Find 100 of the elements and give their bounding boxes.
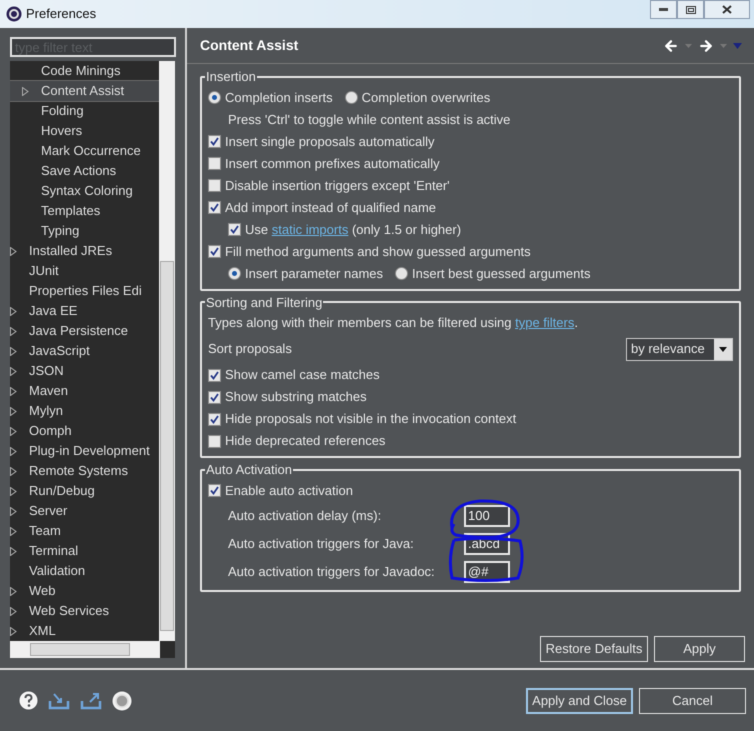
checkbox-label[interactable]: Use static imports (only 1.5 or higher) (245, 220, 462, 240)
expand-triangle-icon[interactable] (10, 466, 17, 476)
radio-button[interactable] (228, 267, 241, 280)
expand-triangle-icon[interactable] (10, 626, 17, 636)
expand-triangle-icon[interactable] (10, 586, 17, 596)
tree-item[interactable]: Templates (10, 201, 159, 221)
expand-triangle-icon[interactable] (10, 326, 17, 336)
checkbox-label[interactable]: Hide proposals not visible in the invocation context (225, 409, 516, 429)
checkbox[interactable] (208, 201, 221, 214)
expand-triangle-icon[interactable] (10, 246, 17, 256)
checkbox[interactable] (208, 135, 221, 148)
expand-triangle-icon[interactable] (10, 406, 17, 416)
checkbox-label[interactable]: Add import instead of qualified name (225, 198, 436, 218)
export-icon[interactable] (80, 692, 102, 710)
expand-triangle-icon[interactable] (10, 386, 17, 396)
vertical-scrollbar[interactable] (159, 61, 175, 641)
expand-triangle-icon[interactable] (22, 86, 29, 96)
tree-item[interactable]: Server (10, 501, 159, 521)
tree-item[interactable]: Hovers (10, 121, 159, 141)
expand-triangle-icon[interactable] (10, 606, 17, 616)
record-icon[interactable] (112, 690, 132, 710)
checkbox[interactable] (208, 179, 221, 192)
tree-item[interactable]: Web (10, 581, 159, 601)
help-icon[interactable] (19, 691, 38, 710)
window-title: Preferences (26, 5, 96, 24)
expand-triangle-icon[interactable] (10, 446, 17, 456)
field-label: Auto activation triggers for Javadoc: (228, 562, 436, 581)
expand-triangle-icon[interactable] (10, 486, 17, 496)
checkbox-label[interactable]: Insert common prefixes automatically (225, 154, 440, 174)
tree-item[interactable]: Plug-in Development (10, 441, 159, 461)
checkmark-icon (210, 486, 219, 495)
horizontal-scrollbar[interactable] (10, 641, 160, 658)
tree-item[interactable]: Folding (10, 101, 159, 121)
field-label: Auto activation delay (ms): (228, 506, 382, 525)
expand-triangle-icon[interactable] (10, 366, 17, 376)
checkbox-label[interactable]: Insert single proposals automatically (225, 132, 435, 152)
expand-triangle-icon[interactable] (10, 546, 17, 556)
tree-item[interactable]: JUnit (10, 261, 159, 281)
expand-triangle-icon[interactable] (10, 346, 17, 356)
input-field[interactable]: 100 (464, 504, 510, 526)
import-icon[interactable] (48, 692, 70, 710)
tree-item[interactable]: Maven (10, 381, 159, 401)
tree-item[interactable]: Team (10, 521, 159, 541)
tree-item[interactable]: Oomph (10, 421, 159, 441)
radio-button[interactable] (208, 91, 221, 104)
page-title: Content Assist (200, 36, 298, 55)
tree-item[interactable]: XML (10, 621, 159, 641)
checkbox[interactable] (228, 223, 241, 236)
checkbox[interactable] (208, 434, 221, 448)
radio-button[interactable] (395, 267, 408, 280)
checkbox-label[interactable]: Disable insertion triggers except 'Enter' (225, 176, 450, 196)
apply-button[interactable]: Apply (654, 636, 745, 662)
tree-item[interactable]: Mark Occurrence (10, 141, 159, 161)
restore-defaults-button[interactable]: Restore Defaults (540, 636, 648, 662)
tree-item[interactable]: Web Services (10, 601, 159, 621)
tree-item[interactable]: Java EE (10, 301, 159, 321)
tree-item[interactable]: Typing (10, 221, 159, 241)
checkbox-label[interactable]: Fill method arguments and show guessed arguments (225, 242, 531, 262)
maximize-button[interactable] (677, 0, 704, 19)
tree-item[interactable]: JavaScript (10, 341, 159, 361)
radio-label[interactable]: Completion inserts (225, 88, 333, 108)
tree-item[interactable]: Mylyn (10, 401, 159, 421)
checkbox[interactable] (208, 368, 221, 382)
close-button[interactable] (704, 0, 750, 19)
checkbox[interactable] (208, 412, 221, 426)
scroll-thumb[interactable] (160, 261, 174, 631)
checkbox[interactable] (208, 390, 221, 404)
expand-triangle-icon[interactable] (10, 506, 17, 516)
radio-button[interactable] (344, 91, 358, 104)
expand-triangle-icon[interactable] (10, 306, 17, 316)
expand-triangle-icon[interactable] (10, 526, 17, 536)
tree-item[interactable]: Content Assist (10, 81, 159, 101)
checkbox[interactable] (208, 245, 221, 258)
checkbox[interactable] (208, 157, 221, 170)
tree-item[interactable]: Installed JREs (10, 241, 159, 261)
radio-label[interactable]: Insert parameter names (245, 264, 384, 284)
tree-item[interactable]: Save Actions (10, 161, 159, 181)
checkbox-label[interactable]: Show camel case matches (225, 365, 380, 385)
tree-item[interactable]: Run/Debug (10, 481, 159, 501)
apply-and-close-button[interactable]: Apply and Close (526, 688, 633, 714)
minimize-button[interactable] (650, 0, 677, 19)
checkbox-label[interactable]: Enable auto activation (225, 480, 353, 500)
tree-item[interactable]: Java Persistence (10, 321, 159, 341)
tree-item[interactable]: Remote Systems (10, 461, 159, 481)
tree-item[interactable]: Code Minings (10, 61, 159, 81)
checkbox[interactable] (208, 484, 221, 497)
tree-item[interactable]: Properties Files Edi (10, 281, 159, 301)
radio-label[interactable]: Insert best guessed arguments (412, 264, 591, 284)
expand-triangle-icon[interactable] (10, 426, 17, 436)
checkbox-label[interactable]: Hide deprecated references (225, 431, 386, 451)
tree-item[interactable]: JSON (10, 361, 159, 381)
tree-item[interactable]: Syntax Coloring (10, 181, 159, 201)
scroll-thumb[interactable] (30, 643, 130, 656)
tree-item[interactable]: Validation (10, 561, 159, 581)
radio-label[interactable]: Completion overwrites (362, 88, 490, 108)
sort-dropdown[interactable]: by relevance (626, 338, 733, 360)
checkbox-label[interactable]: Show substring matches (225, 387, 367, 407)
cancel-button[interactable]: Cancel (639, 688, 746, 714)
tree-item[interactable]: Terminal (10, 541, 159, 561)
group-title: Auto Activation (205, 461, 293, 479)
